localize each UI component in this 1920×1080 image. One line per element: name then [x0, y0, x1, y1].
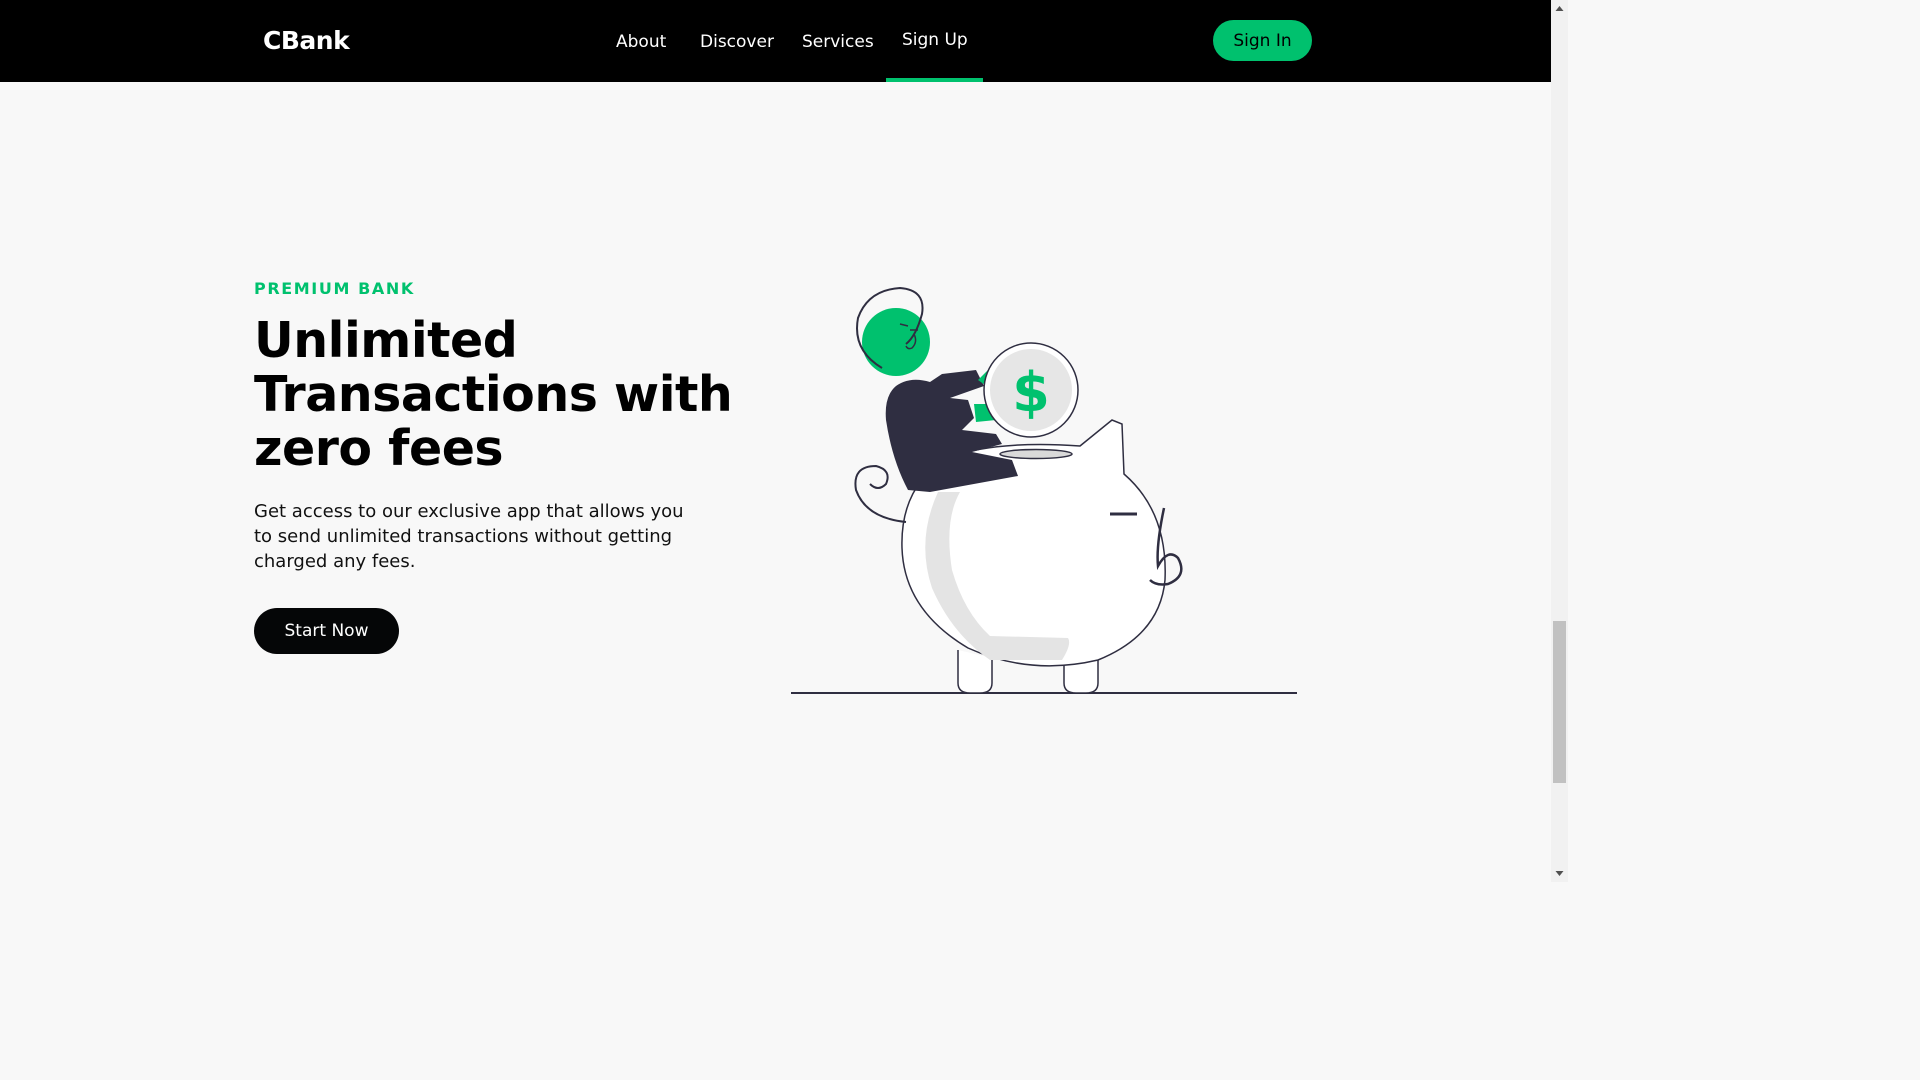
dollar-icon: $	[1012, 361, 1050, 424]
hero-eyebrow: PREMIUM BANK	[254, 279, 415, 298]
nav-link-signup[interactable]: Sign Up	[902, 30, 968, 50]
nav-link-discover[interactable]: Discover	[700, 32, 774, 52]
scrollbar-thumb[interactable]	[1553, 621, 1566, 783]
hero-description: Get access to our exclusive app that all…	[254, 501, 684, 572]
scroll-down-icon[interactable]	[1551, 865, 1568, 882]
signin-button[interactable]: Sign In	[1213, 20, 1312, 61]
scroll-up-icon[interactable]	[1551, 0, 1568, 17]
active-nav-indicator	[886, 78, 983, 82]
nav-link-services[interactable]: Services	[802, 32, 874, 52]
coin-slot	[999, 448, 1073, 460]
piggy-bank-coin-illustration: $	[791, 286, 1297, 694]
top-navbar: CBank About Discover Services Sign Up Si…	[0, 0, 1551, 82]
start-now-button[interactable]: Start Now	[254, 608, 399, 654]
hero-headline: Unlimited Transactions with zero fees	[254, 312, 733, 477]
nav-link-about[interactable]: About	[616, 32, 666, 52]
pig-tail	[854, 464, 907, 523]
brand-logo[interactable]: CBank	[263, 26, 350, 55]
